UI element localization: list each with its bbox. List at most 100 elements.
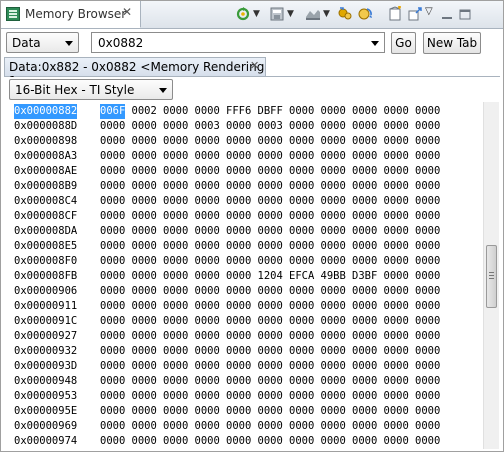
memory-word[interactable]: 0000 (195, 359, 220, 374)
memory-word[interactable]: 0000 (415, 209, 440, 224)
memory-word[interactable]: 0000 (163, 434, 188, 449)
memory-word[interactable]: 0000 (352, 239, 377, 254)
memory-word[interactable]: 0000 (132, 149, 157, 164)
memory-word[interactable]: 0000 (195, 404, 220, 419)
memory-word[interactable]: 0000 (258, 359, 283, 374)
memory-word[interactable]: 0000 (132, 164, 157, 179)
memory-word[interactable]: 0000 (415, 314, 440, 329)
memory-word[interactable]: 0000 (132, 269, 157, 284)
memory-word[interactable]: 0000 (415, 134, 440, 149)
memory-word[interactable]: 0000 (258, 194, 283, 209)
memory-word[interactable]: 0000 (415, 179, 440, 194)
memory-word[interactable]: 0000 (415, 374, 440, 389)
memory-word[interactable]: 0000 (226, 224, 251, 239)
memory-word[interactable]: 0000 (132, 434, 157, 449)
memory-word[interactable]: 0000 (384, 209, 409, 224)
memory-word[interactable]: 0000 (352, 149, 377, 164)
memory-word[interactable]: 0000 (384, 284, 409, 299)
memory-word[interactable]: 0000 (384, 404, 409, 419)
memory-word[interactable]: 0000 (226, 119, 251, 134)
memory-word[interactable]: 0000 (352, 164, 377, 179)
memory-word[interactable]: 0000 (226, 299, 251, 314)
memory-word[interactable]: 0000 (289, 314, 314, 329)
memory-word[interactable]: 0000 (384, 254, 409, 269)
new-tab-button[interactable]: New Tab (423, 32, 481, 54)
memory-word[interactable]: 0000 (289, 299, 314, 314)
memory-word[interactable]: 0000 (132, 344, 157, 359)
memory-word[interactable]: 0000 (132, 374, 157, 389)
memory-word[interactable]: 0000 (258, 284, 283, 299)
memory-word[interactable]: 0000 (100, 434, 125, 449)
memory-word[interactable]: 0000 (384, 119, 409, 134)
memory-word[interactable]: 0000 (321, 299, 346, 314)
memory-word[interactable]: 0000 (258, 179, 283, 194)
memory-word[interactable]: 0000 (195, 239, 220, 254)
memory-word[interactable]: 0000 (258, 149, 283, 164)
memory-word[interactable]: 0000 (352, 224, 377, 239)
memory-word[interactable]: 0000 (321, 374, 346, 389)
memory-word[interactable]: FFF6 (226, 104, 251, 119)
memory-word[interactable]: 0000 (226, 149, 251, 164)
memory-word[interactable]: 0000 (415, 419, 440, 434)
memory-word[interactable]: 0000 (226, 284, 251, 299)
memory-word[interactable]: 0000 (226, 239, 251, 254)
new-view-icon[interactable] (387, 6, 403, 22)
memory-address[interactable]: 0x000008C4 (14, 194, 77, 209)
memory-word[interactable]: 0000 (195, 299, 220, 314)
memory-word[interactable]: 0000 (258, 344, 283, 359)
memory-word[interactable]: 0000 (195, 374, 220, 389)
save-memory-icon[interactable] (269, 6, 285, 22)
memory-word[interactable]: 0000 (163, 359, 188, 374)
memory-word[interactable]: 0000 (352, 104, 377, 119)
memory-word[interactable]: 0000 (321, 329, 346, 344)
memory-word[interactable]: 0000 (352, 179, 377, 194)
memory-word[interactable]: 0000 (384, 434, 409, 449)
memory-word[interactable]: 0000 (289, 104, 314, 119)
memory-word[interactable]: 0000 (258, 329, 283, 344)
memory-word[interactable]: 0000 (352, 254, 377, 269)
address-combo[interactable] (91, 32, 385, 53)
maximize-icon[interactable] (457, 6, 473, 22)
memory-word[interactable]: 0000 (163, 239, 188, 254)
memory-word[interactable]: 0000 (132, 284, 157, 299)
save-dropdown-icon[interactable]: ▼ (287, 9, 295, 25)
memory-word[interactable]: 0000 (321, 389, 346, 404)
memory-word[interactable]: 0000 (321, 359, 346, 374)
memory-word[interactable]: 0000 (258, 209, 283, 224)
memory-word[interactable]: 006F (100, 104, 126, 119)
memory-word[interactable]: 0000 (100, 284, 125, 299)
memory-word[interactable]: 0000 (321, 284, 346, 299)
memory-word[interactable]: 0000 (384, 359, 409, 374)
memory-word[interactable]: 0000 (415, 389, 440, 404)
memory-word[interactable]: 0000 (289, 224, 314, 239)
memory-word[interactable]: 0000 (415, 254, 440, 269)
memory-word[interactable]: 0000 (258, 299, 283, 314)
memory-word[interactable]: 0000 (100, 404, 125, 419)
memory-word[interactable]: 0000 (100, 359, 125, 374)
memory-address[interactable]: 0x00000953 (14, 389, 77, 404)
memory-word[interactable]: 0000 (100, 149, 125, 164)
sync-icon[interactable] (357, 6, 373, 22)
memory-word[interactable]: 0000 (289, 179, 314, 194)
memory-word[interactable]: 0000 (163, 209, 188, 224)
memory-address[interactable]: 0x000008AE (14, 164, 77, 179)
memory-word[interactable]: 0000 (195, 284, 220, 299)
memory-word[interactable]: 0000 (289, 389, 314, 404)
memory-word[interactable]: 0000 (132, 194, 157, 209)
memory-word[interactable]: 0000 (321, 419, 346, 434)
memory-word[interactable]: 0000 (100, 224, 125, 239)
memory-word[interactable]: 0000 (384, 134, 409, 149)
memory-word[interactable]: 0000 (384, 239, 409, 254)
memory-word[interactable]: 0000 (289, 374, 314, 389)
memory-word[interactable]: 0000 (321, 344, 346, 359)
memory-word[interactable]: 0000 (415, 239, 440, 254)
memory-word[interactable]: 0000 (384, 344, 409, 359)
memory-word[interactable]: 0000 (321, 434, 346, 449)
memory-word[interactable]: 0000 (100, 119, 125, 134)
memory-word[interactable]: 0003 (195, 119, 220, 134)
memory-word[interactable]: 49BB (321, 269, 346, 284)
memory-address[interactable]: 0x000008FB (14, 269, 77, 284)
connect-icon[interactable] (337, 6, 353, 22)
memory-address[interactable]: 0x000008B9 (14, 179, 77, 194)
memory-word[interactable]: 0000 (100, 344, 125, 359)
